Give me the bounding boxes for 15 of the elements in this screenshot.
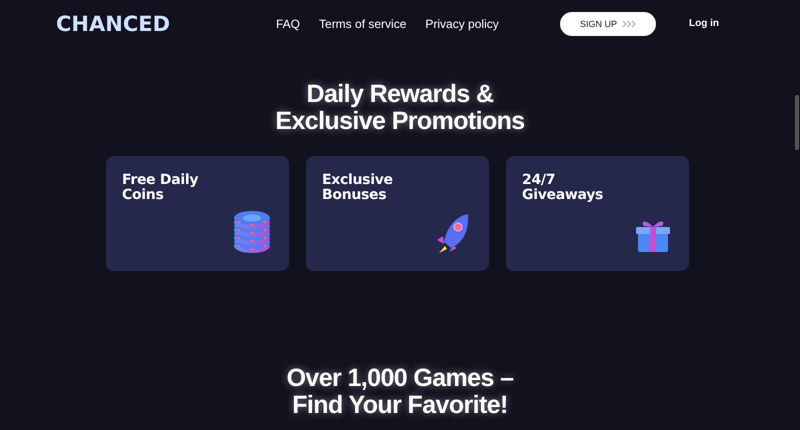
rocket-icon: [435, 212, 471, 254]
card-title: Exclusive Bonuses: [322, 173, 393, 203]
section-heading: Over 1,000 Games – Find Your Favorite!: [286, 365, 514, 419]
card-title: Free Daily Coins: [122, 173, 198, 203]
scrollbar-thumb[interactable]: [795, 95, 799, 150]
nav-link[interactable]: Terms of service: [319, 16, 406, 30]
section-heading: Daily Rewards & Exclusive Promotions: [275, 81, 525, 135]
chevrons-icon: [622, 20, 636, 28]
logo[interactable]: CHANCED: [56, 12, 216, 36]
card-title: 24/7 Giveaways: [522, 173, 604, 203]
nav-link[interactable]: FAQ: [276, 16, 300, 30]
coin-stack-icon: [233, 210, 271, 254]
sign-up-button[interactable]: SIGN UP: [560, 12, 656, 36]
log-in-link[interactable]: Log in: [689, 18, 719, 29]
nav-link[interactable]: Privacy policy: [425, 16, 499, 30]
